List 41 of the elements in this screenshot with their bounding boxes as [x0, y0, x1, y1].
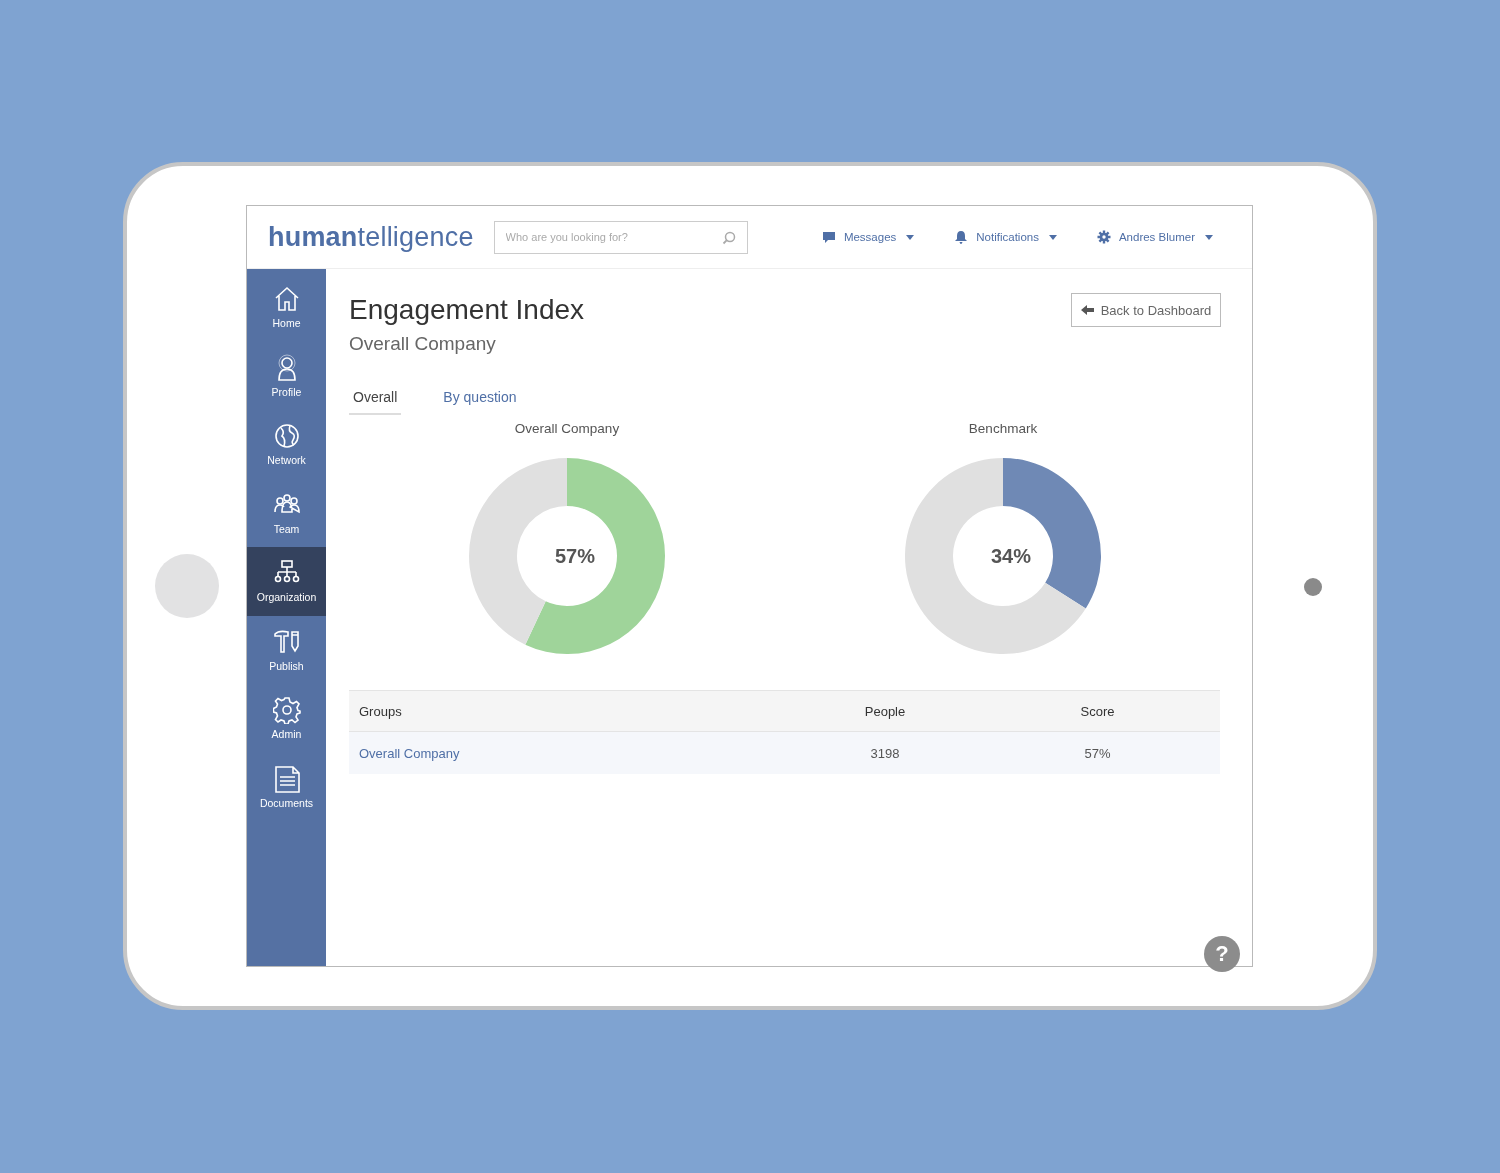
menu-button[interactable]: Notifications [954, 230, 1057, 244]
back-button[interactable]: Back to Dashboard [1071, 293, 1221, 327]
globe-icon [272, 422, 301, 451]
document-icon [272, 764, 301, 793]
page-title: Engagement Index [349, 293, 585, 327]
sidebar-item[interactable]: Profile [247, 341, 326, 410]
app-logo: humantelligence [268, 221, 474, 253]
sidebar-item[interactable]: Home [247, 273, 326, 342]
donut-value: 34% [990, 544, 1032, 568]
sidebar-item[interactable]: Admin [247, 684, 326, 753]
gear-icon [1096, 230, 1111, 244]
camera-icon [1303, 578, 1322, 596]
table-cell: 3198 [870, 745, 900, 761]
sidebar-item[interactable]: Team [247, 478, 326, 547]
donut-value: 57% [554, 544, 596, 568]
search-icon [721, 230, 736, 245]
chart-title: Benchmark [968, 421, 1038, 436]
tab[interactable]: Overall [349, 385, 402, 415]
chart-title: Overall Company [514, 421, 620, 436]
sidebar-item[interactable]: Publish [247, 615, 326, 684]
sidebar-item[interactable]: Organization [247, 547, 326, 616]
caret-icon [1048, 234, 1057, 240]
tab[interactable]: By question [439, 385, 521, 415]
caret-icon [906, 234, 915, 240]
menu-button[interactable]: Andres Blumer [1096, 230, 1213, 244]
menu-button[interactable]: Messages [821, 230, 915, 244]
sidebar-item[interactable]: Network [247, 410, 326, 479]
column-header: Groups [358, 703, 403, 719]
column-header: Score [1080, 703, 1115, 719]
arrow-left-icon [1080, 305, 1095, 315]
bell-icon [954, 230, 969, 244]
settings-icon [272, 696, 301, 725]
help-button[interactable]: ? [1204, 936, 1240, 972]
search-field[interactable]: Who are you looking for? [493, 220, 748, 254]
table-cell: 57% [1084, 745, 1111, 761]
page-subtitle: Overall Company [349, 333, 497, 355]
speech-bubble-icon [821, 230, 836, 244]
caret-icon [1205, 234, 1213, 240]
column-header: People [864, 703, 906, 719]
group-link[interactable]: Overall Company [349, 745, 460, 761]
sidebar-item[interactable]: Documents [247, 752, 326, 821]
